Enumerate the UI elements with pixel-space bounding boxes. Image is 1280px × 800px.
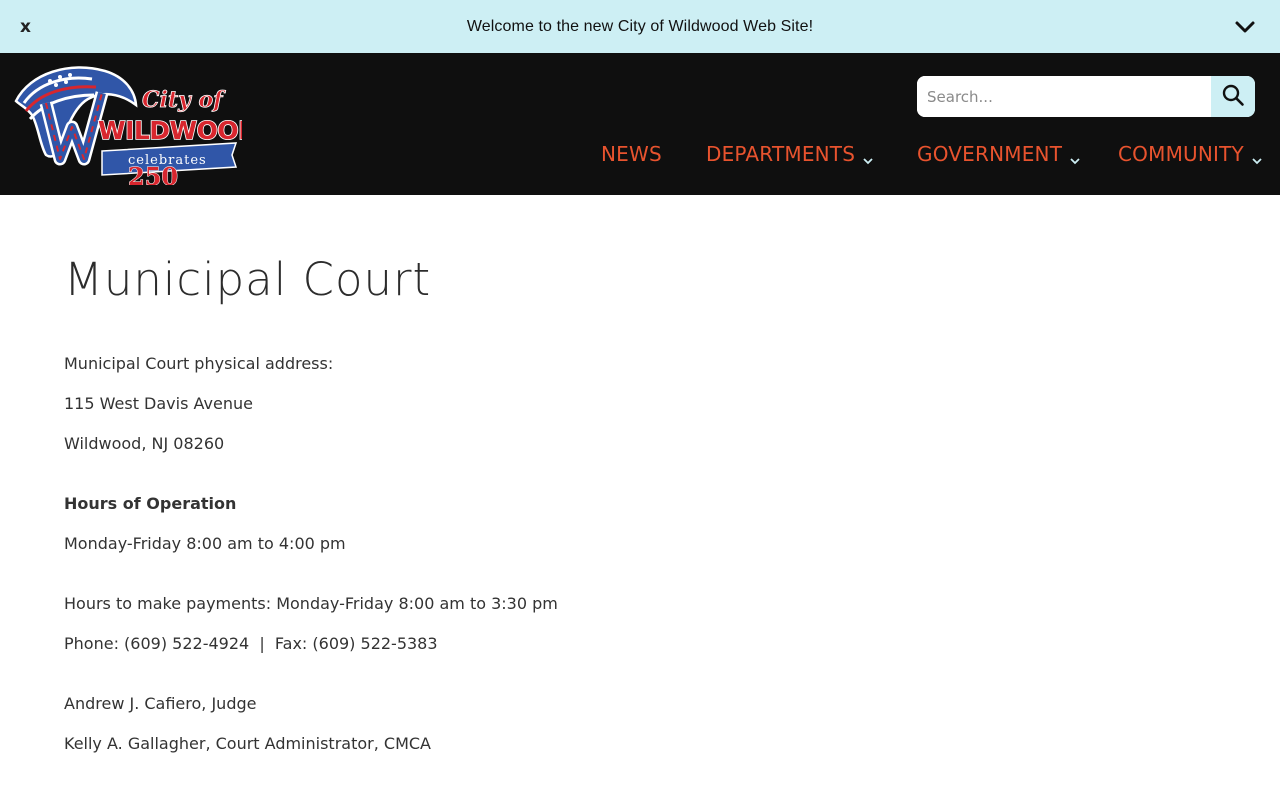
nav-item-government[interactable]: GOVERNMENT <box>917 139 1081 169</box>
court-administrator-name: Kelly A. Gallagher, Court Administrator,… <box>64 734 431 753</box>
announcement-close-button[interactable]: x <box>20 16 38 38</box>
nav-item-label: DEPARTMENTS <box>706 142 856 166</box>
nav-item-news[interactable]: NEWS <box>601 139 662 169</box>
search-input[interactable] <box>917 76 1211 117</box>
search-button[interactable] <box>1211 76 1255 117</box>
chevron-down-icon <box>1251 148 1263 165</box>
announcement-text: Welcome to the new City of Wildwood Web … <box>466 17 814 35</box>
nav-item-label: COMMUNITY <box>1118 142 1244 166</box>
address-label: Municipal Court physical address: <box>64 354 334 373</box>
main-nav: NEWS DEPARTMENTS GOVERNMENT COMMUNITY <box>0 139 1280 169</box>
chevron-down-icon <box>1069 148 1081 165</box>
page-title: Municipal Court <box>64 253 432 306</box>
payment-hours-text: Hours to make payments: Monday-Friday 8:… <box>64 594 558 613</box>
nav-item-label: GOVERNMENT <box>917 142 1063 166</box>
judge-name: Andrew J. Cafiero, Judge <box>64 694 257 713</box>
address-city: Wildwood, NJ 08260 <box>64 434 225 453</box>
chevron-down-icon[interactable] <box>1232 16 1258 38</box>
nav-item-departments[interactable]: DEPARTMENTS <box>706 139 874 169</box>
chevron-down-icon <box>862 148 874 165</box>
search-box <box>917 76 1255 117</box>
nav-item-community[interactable]: COMMUNITY <box>1118 139 1263 169</box>
site-header: City of WILDWOOD celebrates 250 NEWS <box>0 53 1280 195</box>
hours-text: Monday-Friday 8:00 am to 4:00 pm <box>64 534 346 553</box>
hours-heading: Hours of Operation <box>64 494 237 513</box>
search-icon <box>1221 83 1245 110</box>
logo-city-of: City of <box>142 87 226 113</box>
phone-fax-text: Phone: (609) 522-4924 | Fax: (609) 522-5… <box>64 634 438 653</box>
nav-item-label: NEWS <box>601 142 662 166</box>
address-street: 115 West Davis Avenue <box>64 394 253 413</box>
announcement-bar: x Welcome to the new City of Wildwood We… <box>0 0 1280 53</box>
